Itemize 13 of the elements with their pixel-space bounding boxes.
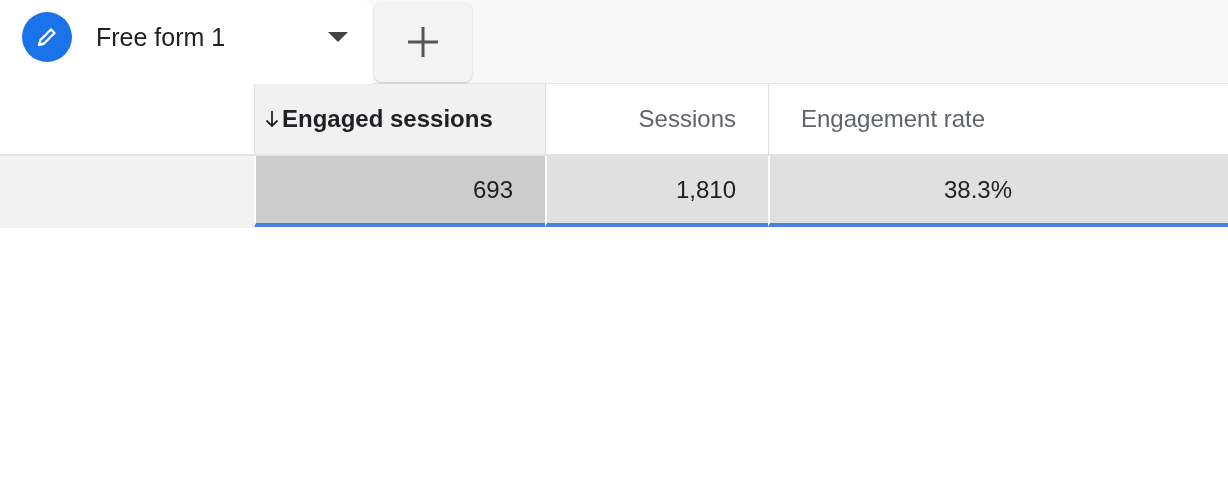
- plus-icon: [405, 24, 441, 60]
- header-label: Sessions: [638, 105, 736, 133]
- sort-arrow-icon: [265, 110, 279, 128]
- table-cell: 1,810: [545, 156, 768, 227]
- pencil-icon: [22, 12, 72, 62]
- table-cell: 693: [254, 156, 545, 227]
- tab-label: Free form 1: [96, 22, 227, 52]
- table-cell: 38.3%: [768, 156, 1228, 227]
- header-label: Engagement rate: [801, 105, 986, 133]
- caret-icon[interactable]: [328, 32, 348, 42]
- column-header[interactable]: Engaged sessions: [254, 84, 545, 156]
- header-label: Engaged sessions: [282, 105, 493, 133]
- report-tab[interactable]: Free form 1: [0, 0, 372, 84]
